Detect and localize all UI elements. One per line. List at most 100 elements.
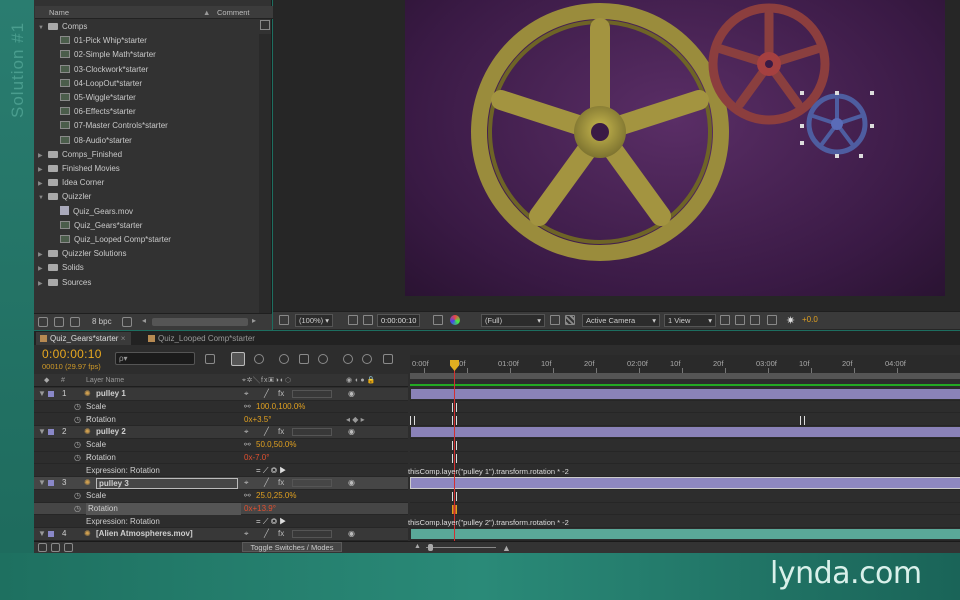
current-time-display[interactable]: 0:00:00:10: [42, 347, 102, 361]
expand-arrow-icon[interactable]: ▶: [38, 262, 48, 276]
shy-switch-icon[interactable]: ⌖: [244, 528, 249, 541]
always-preview-icon[interactable]: [279, 315, 289, 325]
layer-search-input[interactable]: ρ▾: [115, 352, 195, 365]
mask-icon[interactable]: [363, 315, 373, 325]
quality-switch-icon[interactable]: ╱: [264, 528, 269, 541]
timeline-icon[interactable]: [750, 315, 760, 325]
project-item[interactable]: 08-Audio*starter: [36, 134, 258, 148]
shy-switch-icon[interactable]: ⌖: [244, 388, 249, 401]
stopwatch-icon[interactable]: ◷: [74, 503, 81, 516]
project-item[interactable]: ▶ Solids: [36, 261, 258, 275]
mini-flowchart-icon[interactable]: [205, 354, 215, 364]
project-item[interactable]: 03-Clockwork*starter: [36, 63, 258, 77]
exposure-value[interactable]: +0.0: [802, 312, 818, 328]
expand-arrow-icon[interactable]: ▶: [38, 277, 48, 291]
bpc-label[interactable]: 8 bpc: [92, 317, 112, 326]
motion-blur-icon[interactable]: [318, 354, 328, 364]
viewer-time-field[interactable]: 0:00:00:10: [377, 314, 421, 327]
zoom-slider[interactable]: ▲ ▲: [414, 543, 514, 553]
stopwatch-icon[interactable]: ◷: [74, 452, 81, 465]
project-item[interactable]: ▶ Comps_Finished: [36, 148, 258, 162]
property-value[interactable]: 0x+3.5°: [244, 414, 271, 427]
effects-switch-icon[interactable]: fx: [278, 388, 284, 401]
quality-switch-icon[interactable]: ╱: [264, 477, 269, 490]
eye-icon[interactable]: ◉: [348, 528, 355, 541]
eye-icon[interactable]: ◉: [348, 426, 355, 439]
expression-code[interactable]: thisComp.layer("pulley 1").transform.rot…: [408, 467, 569, 476]
twirl-arrow-icon[interactable]: ▼: [38, 528, 46, 541]
project-item[interactable]: Quiz_Gears*starter: [36, 219, 258, 233]
switch-boxes[interactable]: [292, 530, 332, 539]
project-item[interactable]: ▼ Comps: [36, 20, 258, 34]
time-ruler[interactable]: 0:00f 20f 01:00f 10f 20f 02:00f 10f 20f 03:00f 10…: [410, 355, 960, 373]
property-value[interactable]: 0x-7.0°: [244, 452, 269, 465]
project-item[interactable]: ▶ Sources: [36, 276, 258, 290]
property-value[interactable]: 0x+13.9°: [244, 503, 276, 516]
property-row[interactable]: ◷ Scale ⚯ 100.0,100.0%: [34, 401, 408, 414]
property-value[interactable]: 100.0,100.0%: [256, 401, 305, 414]
timeline-menu-icon[interactable]: [383, 354, 393, 364]
interpret-footage-icon[interactable]: [38, 317, 48, 327]
stopwatch-icon[interactable]: ◷: [74, 439, 81, 452]
in-out-icon[interactable]: [64, 543, 73, 552]
transfer-controls-icon[interactable]: [51, 543, 60, 552]
project-hscrollbar[interactable]: [152, 318, 248, 326]
expand-arrow-icon[interactable]: ▶: [38, 163, 48, 177]
project-item[interactable]: 02-Simple Math*starter: [36, 48, 258, 62]
label-color-swatch[interactable]: [48, 531, 54, 538]
expression-enable-icon[interactable]: = ⟋ ◎ ▶: [256, 516, 286, 529]
brainstorm-icon[interactable]: [362, 354, 372, 364]
constrain-proportions-icon[interactable]: ⚯: [244, 490, 251, 503]
new-comp-icon[interactable]: [70, 317, 80, 327]
project-item[interactable]: Quiz_Gears.mov: [36, 205, 258, 219]
project-item[interactable]: ▶ Quizzler Solutions: [36, 247, 258, 261]
transparency-grid-icon[interactable]: [565, 315, 575, 325]
collapse-arrow-icon[interactable]: ▼: [38, 191, 48, 205]
project-item[interactable]: 05-Wiggle*starter: [36, 91, 258, 105]
label-color-swatch[interactable]: [48, 429, 54, 436]
constrain-proportions-icon[interactable]: ⚯: [244, 439, 251, 452]
toggle-pixel-aspect-icon[interactable]: [720, 315, 730, 325]
layer-switches-icon[interactable]: [38, 543, 47, 552]
project-item[interactable]: 07-Master Controls*starter: [36, 119, 258, 133]
property-value[interactable]: 50.0,50.0%: [256, 439, 296, 452]
property-row[interactable]: ◷ ⟋ Rotation 0x+3.5° ◂ ◆ ▸: [34, 414, 408, 427]
expand-arrow-icon[interactable]: ▶: [38, 149, 48, 163]
channel-icon[interactable]: [450, 315, 460, 325]
project-item[interactable]: 04-LoopOut*starter: [36, 77, 258, 91]
label-color-swatch[interactable]: [48, 391, 54, 397]
layer-row[interactable]: ▼ 3 ✺ pulley 3 ⌖ ╱ fx ◉: [34, 477, 408, 490]
graph-editor-icon[interactable]: [343, 354, 353, 364]
switch-boxes[interactable]: [292, 428, 332, 437]
composition-canvas[interactable]: [405, 0, 945, 296]
expression-row[interactable]: Expression: Rotation = ⟋ ◎ ▶: [34, 516, 408, 529]
comment-column-header[interactable]: Comment: [217, 6, 250, 19]
property-row[interactable]: ◷⟋Rotation0x+13.9°: [34, 502, 408, 516]
switch-boxes[interactable]: [292, 479, 332, 488]
constrain-proportions-icon[interactable]: ⚯: [244, 401, 251, 414]
live-update-icon[interactable]: [231, 352, 245, 366]
quality-switch-icon[interactable]: ╱: [264, 426, 269, 439]
work-area-bar[interactable]: [410, 373, 960, 379]
stopwatch-icon[interactable]: ◷: [74, 490, 81, 503]
quality-switch-icon[interactable]: ╱: [264, 388, 269, 401]
scroll-left-icon[interactable]: ◂: [142, 316, 146, 325]
property-value[interactable]: 25.0,25.0%: [256, 490, 296, 503]
collapse-arrow-icon[interactable]: ▼: [38, 21, 48, 35]
resolution-select[interactable]: (Full) ▾: [481, 314, 545, 327]
project-item[interactable]: 01-Pick Whip*starter: [36, 34, 258, 48]
eye-icon[interactable]: ◉: [348, 388, 355, 401]
label-color-swatch[interactable]: [48, 480, 54, 487]
project-item[interactable]: Quiz_Looped Comp*starter: [36, 233, 258, 247]
effects-switch-icon[interactable]: fx: [278, 477, 284, 490]
scroll-right-icon[interactable]: ▸: [252, 316, 256, 325]
layer-name[interactable]: pulley 1: [96, 388, 126, 401]
keyframe-nav-icon[interactable]: ◂ ◆ ▸: [346, 414, 365, 427]
hide-shy-layers-icon[interactable]: [279, 354, 289, 364]
layer-name[interactable]: pulley 2: [96, 426, 126, 439]
camera-select[interactable]: Active Camera ▾: [582, 314, 660, 327]
project-item[interactable]: ▼ Quizzler: [36, 190, 258, 204]
snapshot-icon[interactable]: [433, 315, 443, 325]
delete-icon[interactable]: [122, 317, 132, 327]
tab-quiz-looped[interactable]: Quiz_Looped Comp*starter: [144, 332, 261, 345]
